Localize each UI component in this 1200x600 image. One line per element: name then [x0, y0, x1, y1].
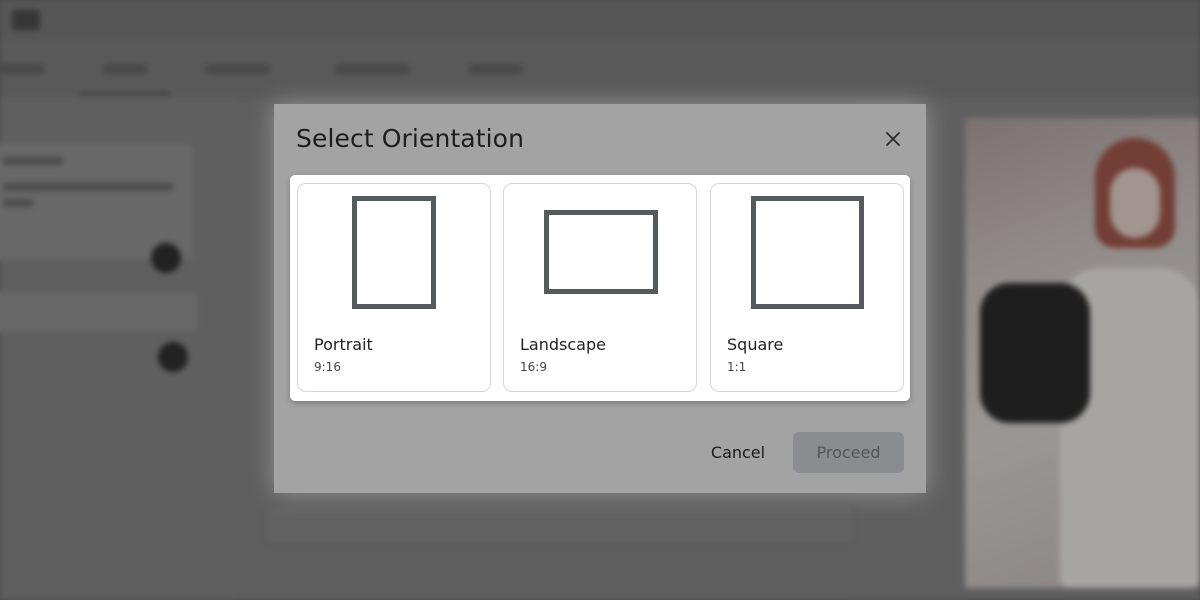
proceed-button[interactable]: Proceed: [793, 432, 904, 473]
option-ratio: 16:9: [520, 360, 547, 374]
dialog-title: Select Orientation: [296, 124, 525, 153]
orientation-options: Portrait 9:16 Landscape 16:9 Square 1:1: [290, 175, 910, 401]
close-button[interactable]: [880, 126, 906, 152]
option-ratio: 9:16: [314, 360, 341, 374]
option-label: Landscape: [520, 335, 606, 354]
close-icon: [886, 132, 900, 146]
option-ratio: 1:1: [727, 360, 747, 374]
landscape-frame-icon: [544, 210, 658, 294]
square-frame-icon: [751, 196, 864, 309]
select-orientation-dialog: Select Orientation Portrait 9:16 Landsca…: [274, 104, 926, 493]
option-portrait[interactable]: Portrait 9:16: [297, 183, 491, 392]
option-square[interactable]: Square 1:1: [710, 183, 904, 392]
option-label: Portrait: [314, 335, 373, 354]
option-label: Square: [727, 335, 784, 354]
option-landscape[interactable]: Landscape 16:9: [503, 183, 697, 392]
portrait-frame-icon: [352, 196, 436, 309]
cancel-button[interactable]: Cancel: [694, 432, 782, 472]
